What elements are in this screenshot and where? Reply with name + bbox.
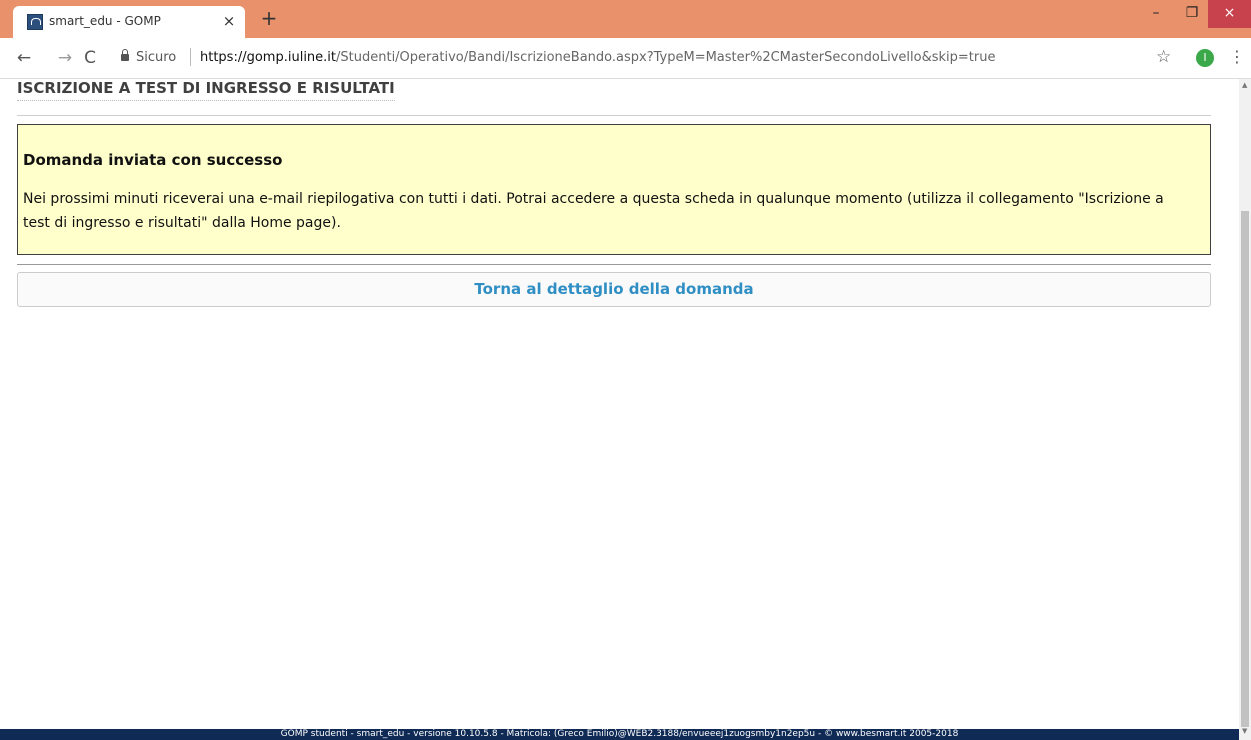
alert-message: Nei prossimi minuti riceverai una e-mail… bbox=[23, 191, 1164, 231]
reload-icon[interactable]: C bbox=[79, 47, 101, 69]
tab-close-icon[interactable]: × bbox=[220, 11, 238, 31]
scroll-up-arrow-icon[interactable]: ▲ bbox=[1242, 81, 1247, 89]
page-title: ISCRIZIONE A TEST DI INGRESSO E RISULTAT… bbox=[17, 79, 395, 101]
address-bar-url[interactable]: https://gomp.iuline.it/Studenti/Operativ… bbox=[200, 50, 995, 65]
page-content: ISCRIZIONE A TEST DI INGRESSO E RISULTAT… bbox=[0, 79, 1239, 703]
content-divider bbox=[17, 264, 1211, 265]
window-maximize-button[interactable]: ❐ bbox=[1172, 0, 1212, 28]
window-minimize-button[interactable]: – bbox=[1136, 0, 1176, 28]
lock-icon[interactable] bbox=[121, 49, 129, 61]
window-close-button[interactable]: × bbox=[1208, 0, 1251, 28]
secure-label[interactable]: Sicuro bbox=[136, 50, 176, 65]
tab-title: smart_edu - GOMP bbox=[49, 14, 161, 28]
browser-menu-icon[interactable]: ⋮ bbox=[1229, 47, 1245, 67]
scrollbar-thumb[interactable] bbox=[1241, 211, 1249, 727]
alert-title: Domanda inviata con successo bbox=[23, 151, 283, 169]
url-path: /Studenti/Operativo/Bandi/IscrizioneBand… bbox=[336, 50, 996, 65]
bookmark-star-icon[interactable]: ☆ bbox=[1156, 47, 1171, 67]
browser-tab[interactable]: smart_edu - GOMP × bbox=[13, 6, 245, 38]
scroll-down-arrow-icon[interactable]: ▼ bbox=[1242, 727, 1247, 735]
back-arrow-icon[interactable]: ← bbox=[13, 47, 35, 69]
page-scrollbar[interactable]: ▲ ▼ bbox=[1239, 79, 1251, 740]
url-host: https://gomp.iuline.it bbox=[200, 50, 337, 65]
forward-arrow-icon[interactable]: → bbox=[54, 47, 76, 69]
new-tab-button[interactable]: + bbox=[258, 7, 280, 29]
browser-toolbar: ← → C Sicuro https://gomp.iuline.it/Stud… bbox=[0, 38, 1251, 79]
site-favicon-icon bbox=[27, 14, 43, 30]
page-footer: GOMP studenti - smart_edu - versione 10.… bbox=[0, 729, 1239, 740]
title-divider bbox=[17, 115, 1211, 116]
url-separator bbox=[190, 48, 191, 66]
profile-avatar[interactable]: I bbox=[1196, 49, 1214, 67]
back-to-application-detail-button[interactable]: Torna al dettaglio della domanda bbox=[17, 272, 1211, 307]
browser-title-bar: smart_edu - GOMP × + – ❐ × bbox=[0, 0, 1251, 38]
success-alert-box: Domanda inviata con successo Nei prossim… bbox=[17, 124, 1211, 255]
